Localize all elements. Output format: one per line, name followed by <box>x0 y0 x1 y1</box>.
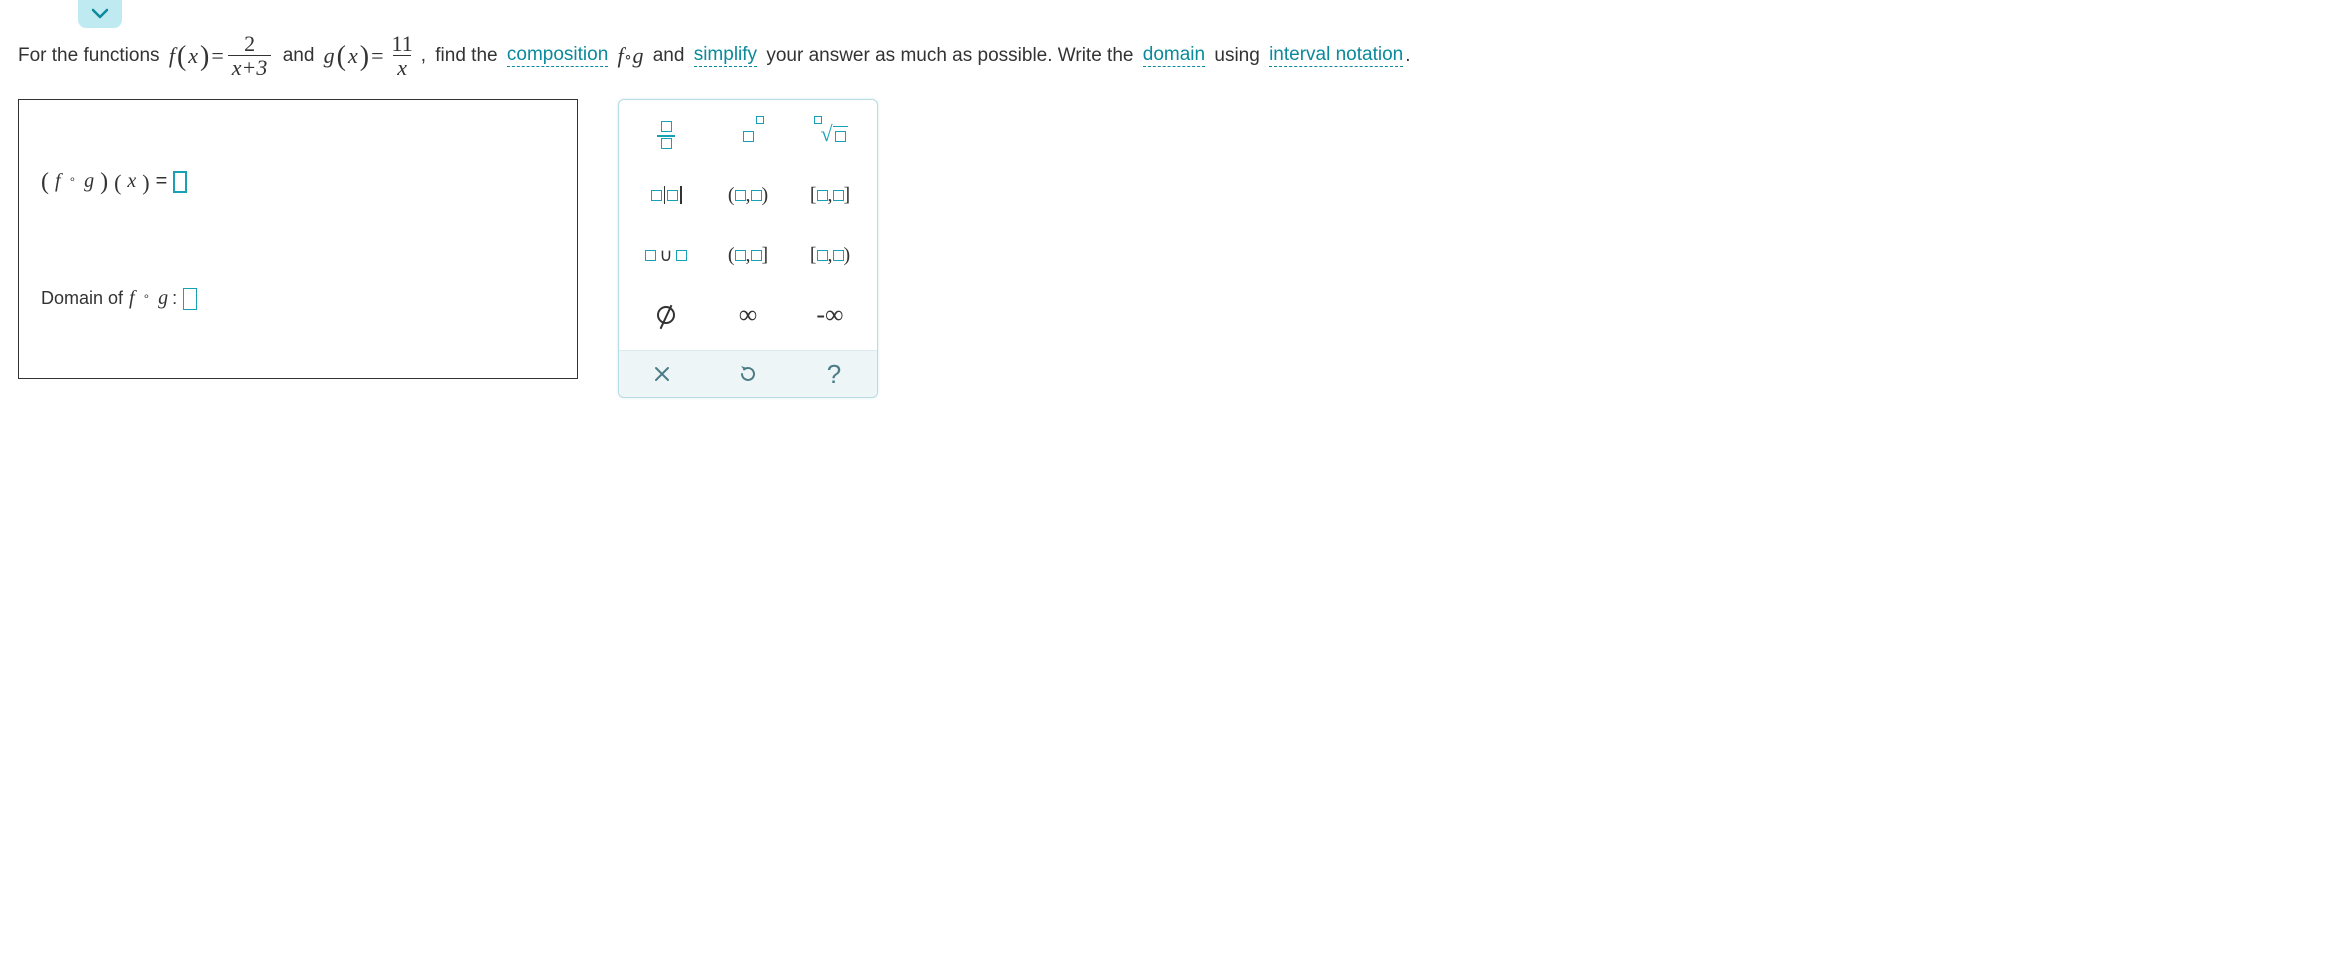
close-icon <box>653 365 671 383</box>
palette-absolute-value-button[interactable] <box>629 170 703 220</box>
x-var: x <box>188 43 198 69</box>
lparen: ( <box>177 41 186 73</box>
answer-box: ( f ∘ g ) ( x ) = Domain of f ∘ g : <box>18 99 578 379</box>
palette-help-button[interactable]: ? <box>791 351 877 397</box>
g-label: g <box>324 43 335 69</box>
fog-rparen: ) <box>100 169 108 196</box>
text-and2: and <box>653 45 685 67</box>
exponent-icon <box>743 124 754 147</box>
root-icon: √ <box>812 122 847 148</box>
domain-label: Domain of <box>41 288 123 309</box>
equals: = <box>211 43 223 69</box>
text-lead: For the functions <box>18 45 160 67</box>
help-icon: ? <box>827 359 841 390</box>
fog-lparen: ( <box>41 169 49 196</box>
math-palette: √ (,) [,] <box>618 99 878 398</box>
equals2: = <box>371 43 383 69</box>
palette-root-button[interactable]: √ <box>793 110 867 160</box>
g-fraction: 11 x <box>388 32 417 79</box>
g-numerator: 11 <box>388 32 417 55</box>
link-interval-notation[interactable]: interval notation <box>1269 44 1403 67</box>
text-tail2: using <box>1214 45 1259 67</box>
problem-statement: For the functions f ( x ) = 2 x+3 and g … <box>18 32 2315 79</box>
fog-inline: f∘g <box>618 43 644 69</box>
chevron-down-icon <box>91 8 109 20</box>
domain-dot: ∘ <box>143 289 151 304</box>
palette-closed-interval-button[interactable]: [,] <box>793 170 867 220</box>
g-denominator: x <box>397 55 407 80</box>
f-numerator: 2 <box>240 32 259 55</box>
fog-f: f <box>55 170 61 193</box>
domain-colon: : <box>172 288 177 309</box>
rparen2: ) <box>360 41 369 73</box>
lparen2: ( <box>337 41 346 73</box>
palette-half-open-right-button[interactable]: (,] <box>711 230 785 280</box>
fraction-icon <box>657 121 675 149</box>
undo-icon <box>738 364 758 384</box>
link-simplify[interactable]: simplify <box>694 44 757 67</box>
palette-fraction-button[interactable] <box>629 110 703 160</box>
empty-set-icon <box>657 306 675 324</box>
neg-infinity-icon: -∞ <box>816 300 843 330</box>
palette-exponent-button[interactable] <box>711 110 785 160</box>
expand-chevron-badge[interactable] <box>78 0 122 28</box>
fog-equation-line: ( f ∘ g ) ( x ) = <box>41 168 555 195</box>
infinity-icon: ∞ <box>739 300 758 330</box>
absolute-value-icon <box>651 186 682 204</box>
palette-infinity-button[interactable]: ∞ <box>711 290 785 340</box>
fog-eq: = <box>156 170 168 193</box>
f-denominator: x+3 <box>232 55 268 80</box>
text-and: and <box>283 45 315 67</box>
domain-line: Domain of f ∘ g : <box>41 287 555 310</box>
fog-x-rparen: ) <box>142 170 149 196</box>
palette-clear-button[interactable] <box>619 351 705 397</box>
text-tail1: your answer as much as possible. Write t… <box>766 45 1133 67</box>
period: . <box>1405 45 1410 67</box>
link-domain[interactable]: domain <box>1143 44 1205 67</box>
palette-neg-infinity-button[interactable]: -∞ <box>793 290 867 340</box>
f-label: f <box>169 43 175 69</box>
domain-answer-input[interactable] <box>183 288 197 310</box>
f-fraction: 2 x+3 <box>228 32 272 79</box>
palette-open-interval-button[interactable]: (,) <box>711 170 785 220</box>
rparen: ) <box>200 41 209 73</box>
comma: , <box>421 45 426 67</box>
palette-empty-set-button[interactable] <box>629 290 703 340</box>
palette-reset-button[interactable] <box>705 351 791 397</box>
fog-x-lparen: ( <box>114 170 121 196</box>
union-icon: ∪ <box>645 245 686 266</box>
text-find: find the <box>435 45 497 67</box>
domain-f: f <box>129 287 135 310</box>
palette-half-open-left-button[interactable]: [,) <box>793 230 867 280</box>
domain-g: g <box>158 287 168 310</box>
fog-answer-input[interactable] <box>173 171 187 193</box>
fog-x: x <box>127 170 136 193</box>
palette-union-button[interactable]: ∪ <box>629 230 703 280</box>
x-var2: x <box>348 43 358 69</box>
fog-dot: ∘ <box>69 172 77 187</box>
link-composition[interactable]: composition <box>507 44 608 67</box>
fog-g: g <box>84 170 94 193</box>
